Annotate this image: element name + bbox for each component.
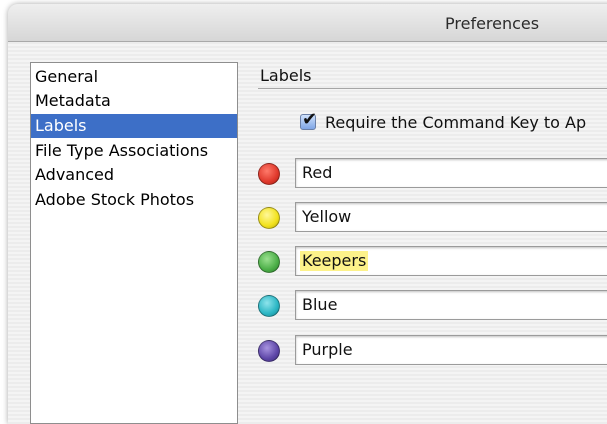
label-text-yellow: Yellow: [302, 207, 352, 226]
window-title: Preferences: [445, 14, 540, 33]
blue-dot-icon: [258, 295, 280, 317]
require-command-key-checkbox[interactable]: ✔: [300, 110, 317, 130]
label-field-red[interactable]: Red: [295, 158, 607, 188]
sidebar-item-labels[interactable]: Labels: [31, 114, 237, 138]
sidebar-item-advanced[interactable]: Advanced: [31, 163, 237, 187]
title-bar[interactable]: Preferences: [8, 4, 607, 42]
checkmark-icon: ✔: [302, 109, 318, 130]
label-row-blue: Blue: [258, 290, 607, 322]
label-field-purple[interactable]: Purple: [295, 335, 607, 365]
label-row-yellow: Yellow: [258, 202, 607, 234]
label-row-purple: Purple: [258, 335, 607, 367]
label-field-blue[interactable]: Blue: [295, 290, 607, 320]
preferences-window: Preferences General Metadata Labels File…: [8, 4, 607, 424]
sidebar-item-file-type-associations[interactable]: File Type Associations: [31, 139, 237, 163]
label-text-purple: Purple: [302, 340, 353, 359]
label-text-keepers: Keepers: [300, 251, 369, 271]
red-dot-icon: [258, 163, 280, 185]
label-text-blue: Blue: [302, 295, 338, 314]
preferences-sidebar: General Metadata Labels File Type Associ…: [30, 62, 238, 424]
require-command-key-label: Require the Command Key to Ap: [325, 113, 587, 132]
purple-dot-icon: [258, 340, 280, 362]
section-divider: [258, 88, 607, 89]
label-row-green: Keepers: [258, 246, 607, 278]
label-text-red: Red: [302, 163, 333, 182]
label-row-red: Red: [258, 158, 607, 190]
sidebar-item-general[interactable]: General: [31, 65, 237, 89]
sidebar-item-metadata[interactable]: Metadata: [31, 89, 237, 113]
label-field-yellow[interactable]: Yellow: [295, 202, 607, 232]
sidebar-item-adobe-stock-photos[interactable]: Adobe Stock Photos: [31, 188, 237, 212]
label-field-green[interactable]: Keepers: [295, 246, 607, 276]
section-title: Labels: [260, 66, 312, 85]
green-dot-icon: [258, 251, 280, 273]
yellow-dot-icon: [258, 207, 280, 229]
